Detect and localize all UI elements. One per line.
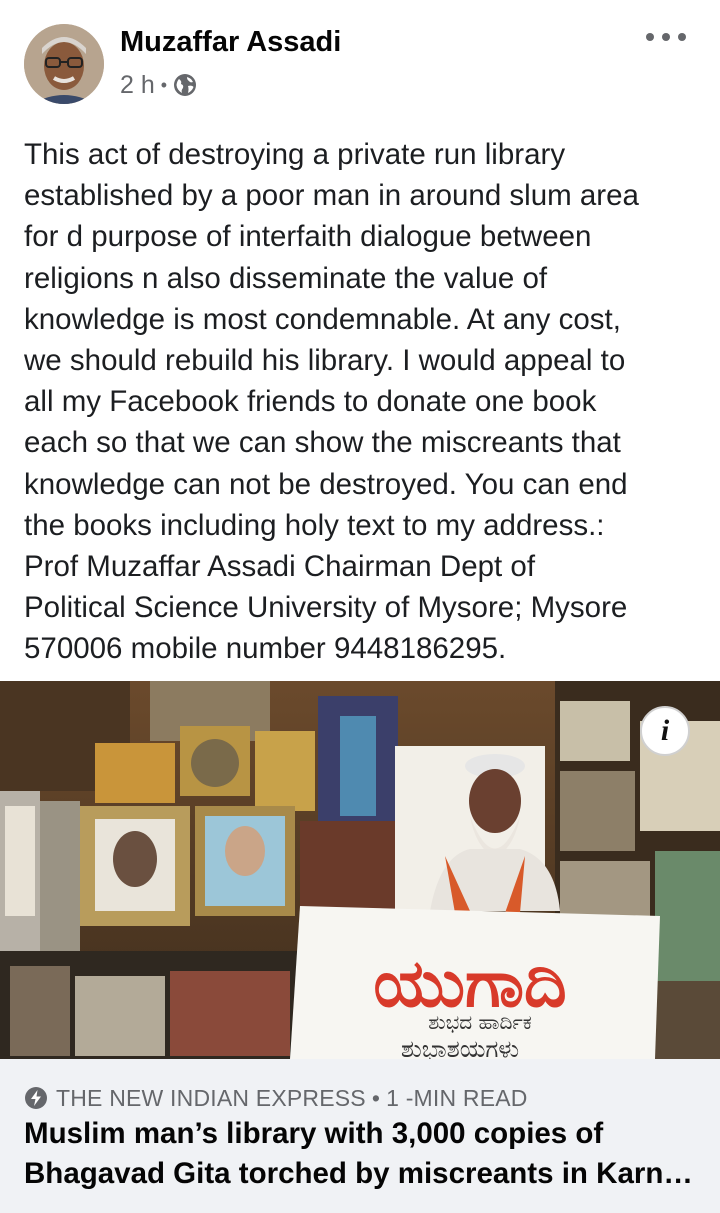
avatar[interactable] xyxy=(24,24,104,104)
more-options-button[interactable] xyxy=(646,22,686,52)
link-headline[interactable]: Muslim man’s library with 3,000 copies o… xyxy=(24,1114,700,1194)
read-time: 1 -MIN READ xyxy=(386,1084,528,1111)
link-preview-image[interactable]: ಯುಗಾದಿ ಶುಭದ ಹಾರ್ದಿಕ ಶುಭಾಶಯಗಳು xyxy=(0,681,720,1059)
more-dot-icon xyxy=(678,33,686,41)
post-time[interactable]: 2 h xyxy=(120,71,155,100)
globe-icon[interactable] xyxy=(173,73,197,97)
meta-separator: • xyxy=(160,74,168,95)
post-header: Muzaffar Assadi 2 h • xyxy=(0,0,720,120)
source-separator: • xyxy=(371,1084,381,1111)
source-name: THE NEW INDIAN EXPRESS xyxy=(56,1084,366,1111)
info-icon[interactable]: i xyxy=(640,706,690,756)
link-source: THE NEW INDIAN EXPRESS • 1 -MIN READ xyxy=(24,1084,528,1112)
instant-article-icon xyxy=(25,1087,47,1109)
headline-line-2: Bhagavad Gita torched by miscreants in K… xyxy=(24,1157,693,1190)
headline-line-1: Muslim man’s library with 3,000 copies o… xyxy=(24,1117,604,1150)
avatar-photo xyxy=(24,24,104,104)
author-name[interactable]: Muzaffar Assadi xyxy=(120,26,341,59)
post-body-text: This act of destroying a private run lib… xyxy=(24,138,639,666)
post-meta: 2 h • xyxy=(120,70,197,100)
sign-text-sub2: ಶುಭಾಶಯಗಳು xyxy=(401,1035,519,1059)
more-dot-icon xyxy=(662,33,670,41)
sign-text-sub: ಶುಭದ ಹಾರ್ದಿಕ xyxy=(428,1010,531,1034)
library-photo: ಯುಗಾದಿ ಶುಭದ ಹಾರ್ದಿಕ ಶುಭಾಶಯಗಳು xyxy=(0,681,720,1059)
more-dot-icon xyxy=(646,33,654,41)
